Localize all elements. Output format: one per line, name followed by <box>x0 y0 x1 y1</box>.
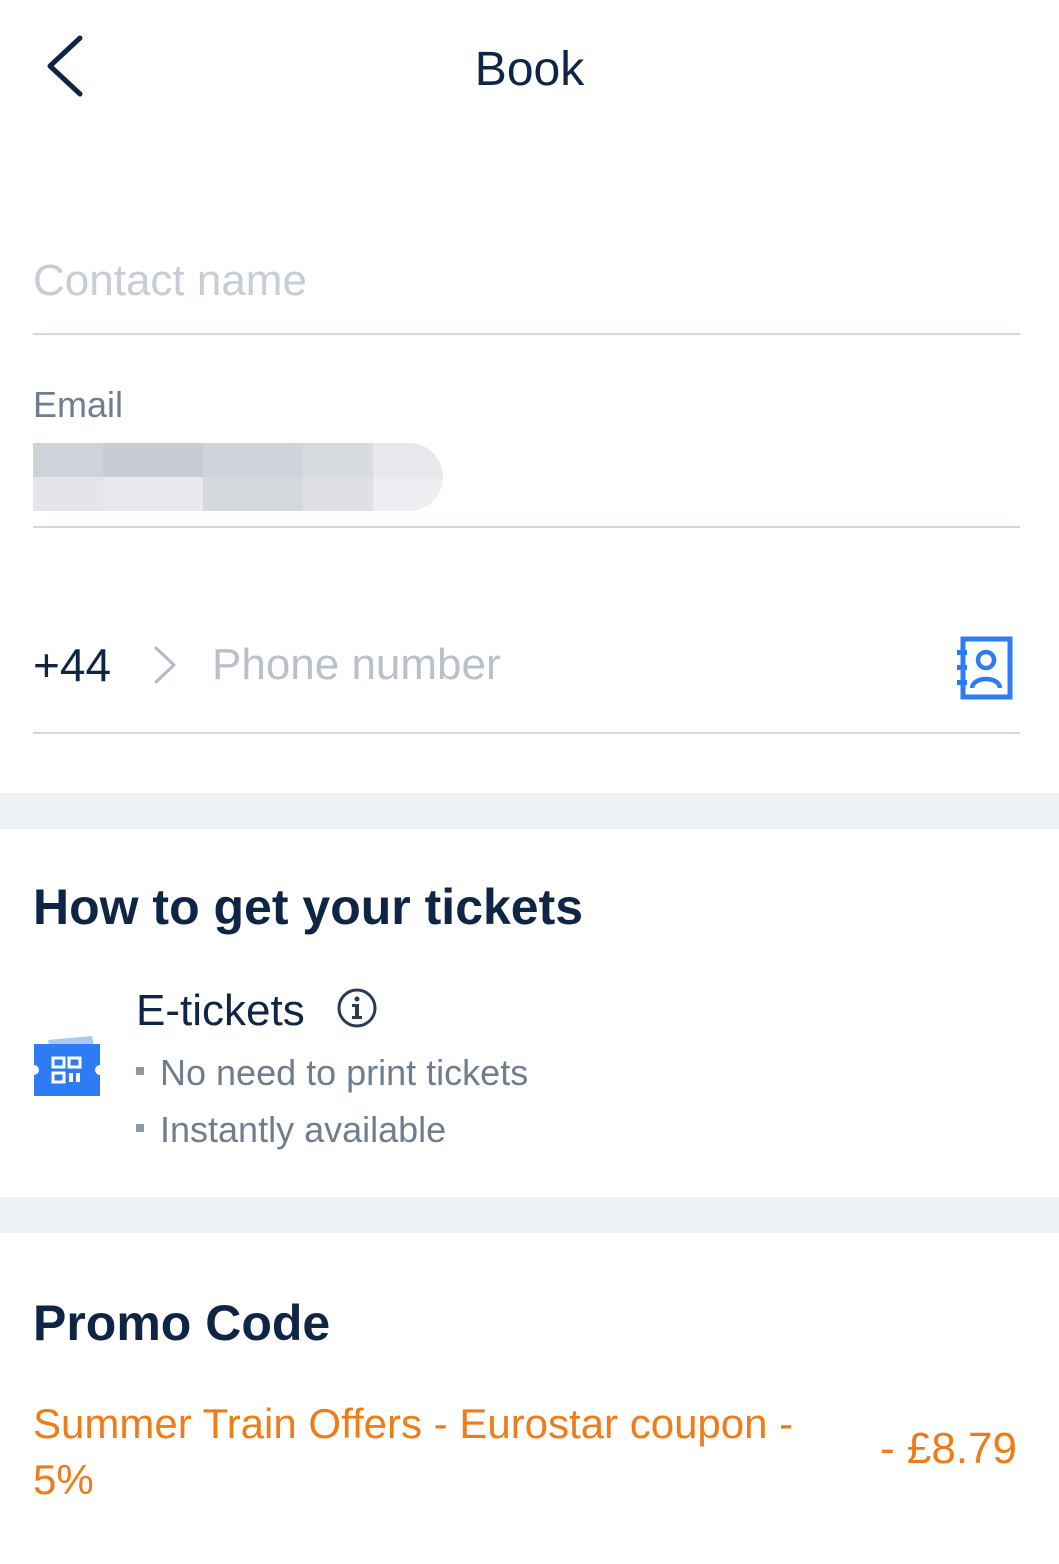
tickets-section-title: How to get your tickets <box>33 879 584 935</box>
address-book-icon[interactable] <box>955 636 1013 700</box>
ticket-icon <box>34 1036 100 1096</box>
email-underline <box>33 526 1020 528</box>
section-divider <box>0 1197 1059 1233</box>
country-code-selector[interactable]: +44 <box>33 638 111 692</box>
phone-underline <box>33 732 1020 734</box>
email-label: Email <box>33 384 124 425</box>
promo-section-title: Promo Code <box>33 1295 331 1351</box>
bullet-marker <box>136 1124 144 1133</box>
promo-code-description[interactable]: Summer Train Offers - Eurostar coupon - … <box>33 1396 863 1508</box>
ticket-benefit-text: Instantly available <box>160 1109 447 1150</box>
header: Book <box>0 0 1059 140</box>
contact-name-input[interactable] <box>33 246 1020 316</box>
section-divider <box>0 793 1059 829</box>
contact-name-underline <box>33 333 1020 335</box>
ticket-benefit-item: Instantly available <box>136 1109 446 1151</box>
ticket-benefit-text: No need to print tickets <box>160 1052 529 1093</box>
page-title: Book <box>474 43 585 96</box>
e-tickets-option[interactable]: E-tickets <box>136 986 305 1036</box>
email-value-redacted[interactable] <box>33 443 443 511</box>
bullet-marker <box>136 1067 144 1076</box>
promo-discount-amount: - £8.79 <box>880 1424 1017 1473</box>
chevron-right-icon[interactable] <box>150 640 180 690</box>
phone-number-input[interactable] <box>212 630 912 700</box>
info-icon[interactable] <box>336 987 378 1029</box>
ticket-benefit-item: No need to print tickets <box>136 1052 528 1094</box>
